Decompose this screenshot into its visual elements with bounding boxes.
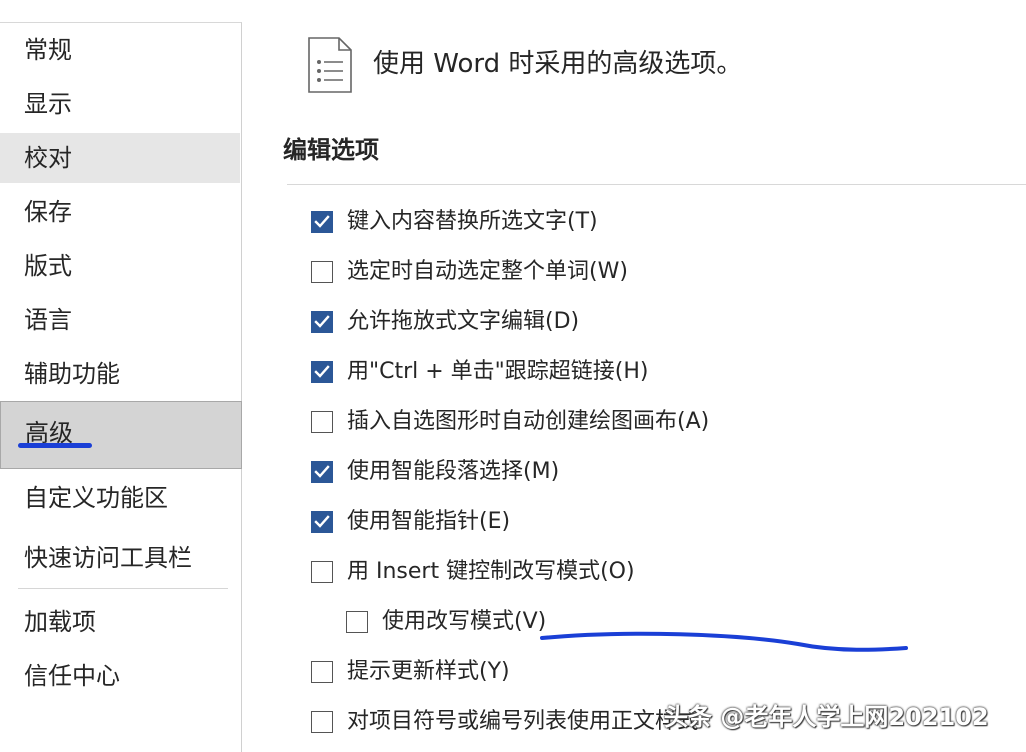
watermark: 头条 @老年人学上网202102	[664, 703, 989, 731]
section-divider	[287, 184, 1026, 185]
sidebar-item-customize-ribbon[interactable]: 自定义功能区	[0, 473, 240, 523]
checkbox-unchecked[interactable]	[311, 411, 333, 433]
checkbox-unchecked[interactable]	[346, 611, 368, 633]
sidebar-item-layout[interactable]: 版式	[0, 241, 240, 291]
option-list-normal-style[interactable]: 对项目符号或编号列表使用正文样式	[311, 705, 699, 739]
sidebar-divider	[18, 588, 228, 589]
options-sidebar: 常规 显示 校对 保存 版式 语言 辅助功能 高级 自定义功能区 快速访问工具栏…	[0, 22, 242, 752]
checkbox-checked[interactable]	[311, 461, 333, 483]
checkmark-icon	[314, 515, 330, 528]
sidebar-item-save[interactable]: 保存	[0, 187, 240, 237]
option-label: 使用智能段落选择(M)	[347, 459, 560, 484]
option-label: 用 Insert 键控制改写模式(O)	[347, 559, 635, 584]
checkbox-checked[interactable]	[311, 311, 333, 333]
option-use-overtype-mode[interactable]: 使用改写模式(V)	[346, 605, 546, 639]
sidebar-item-quick-access-toolbar[interactable]: 快速访问工具栏	[0, 533, 240, 583]
option-auto-select-word[interactable]: 选定时自动选定整个单词(W)	[311, 255, 628, 289]
sidebar-item-general[interactable]: 常规	[0, 25, 240, 75]
option-insert-key-overtype[interactable]: 用 Insert 键控制改写模式(O)	[311, 555, 635, 589]
option-label: 提示更新样式(Y)	[347, 659, 510, 684]
option-label: 使用智能指针(E)	[347, 509, 511, 534]
option-prompt-update-style[interactable]: 提示更新样式(Y)	[311, 655, 510, 689]
option-label: 允许拖放式文字编辑(D)	[347, 309, 580, 334]
word-options-dialog: 常规 显示 校对 保存 版式 语言 辅助功能 高级 自定义功能区 快速访问工具栏…	[0, 0, 1026, 752]
option-drag-drop-editing[interactable]: 允许拖放式文字编辑(D)	[311, 305, 579, 339]
checkmark-icon	[314, 465, 330, 478]
checkbox-checked[interactable]	[311, 361, 333, 383]
option-typing-replaces-selection[interactable]: 键入内容替换所选文字(T)	[311, 205, 598, 239]
document-options-icon	[308, 37, 352, 93]
checkbox-unchecked[interactable]	[311, 661, 333, 683]
sidebar-item-advanced[interactable]: 高级	[0, 401, 242, 469]
checkmark-icon	[314, 315, 330, 328]
option-label: 使用改写模式(V)	[382, 609, 547, 634]
annotation-underline	[18, 443, 92, 448]
option-label: 键入内容替换所选文字(T)	[347, 209, 598, 234]
option-label: 用"Ctrl + 单击"跟踪超链接(H)	[347, 359, 649, 384]
annotation-underline-curve	[540, 631, 908, 652]
checkbox-checked[interactable]	[311, 511, 333, 533]
option-label: 对项目符号或编号列表使用正文样式	[347, 709, 700, 734]
sidebar-item-language[interactable]: 语言	[0, 295, 240, 345]
checkbox-unchecked[interactable]	[311, 561, 333, 583]
option-ctrl-click-hyperlink[interactable]: 用"Ctrl + 单击"跟踪超链接(H)	[311, 355, 649, 389]
checkbox-unchecked[interactable]	[311, 261, 333, 283]
checkmark-icon	[314, 365, 330, 378]
sidebar-item-proofing[interactable]: 校对	[0, 133, 240, 183]
checkbox-checked[interactable]	[311, 211, 333, 233]
option-label: 插入自选图形时自动创建绘图画布(A)	[347, 409, 710, 434]
sidebar-item-add-ins[interactable]: 加载项	[0, 597, 240, 647]
option-auto-drawing-canvas[interactable]: 插入自选图形时自动创建绘图画布(A)	[311, 405, 709, 439]
checkmark-icon	[314, 215, 330, 228]
option-smart-cursoring[interactable]: 使用智能指针(E)	[311, 505, 510, 539]
sidebar-item-trust-center[interactable]: 信任中心	[0, 651, 240, 701]
checkbox-unchecked[interactable]	[311, 711, 333, 733]
page-title: 使用 Word 时采用的高级选项。	[373, 49, 743, 79]
sidebar-item-accessibility[interactable]: 辅助功能	[0, 349, 240, 399]
section-title-editing-options: 编辑选项	[283, 136, 379, 164]
options-main-panel: 使用 Word 时采用的高级选项。 编辑选项 键入内容替换所选文字(T) 选定时自…	[243, 0, 1026, 752]
option-label: 选定时自动选定整个单词(W)	[347, 259, 628, 284]
sidebar-item-display[interactable]: 显示	[0, 79, 240, 129]
option-smart-paragraph-selection[interactable]: 使用智能段落选择(M)	[311, 455, 559, 489]
